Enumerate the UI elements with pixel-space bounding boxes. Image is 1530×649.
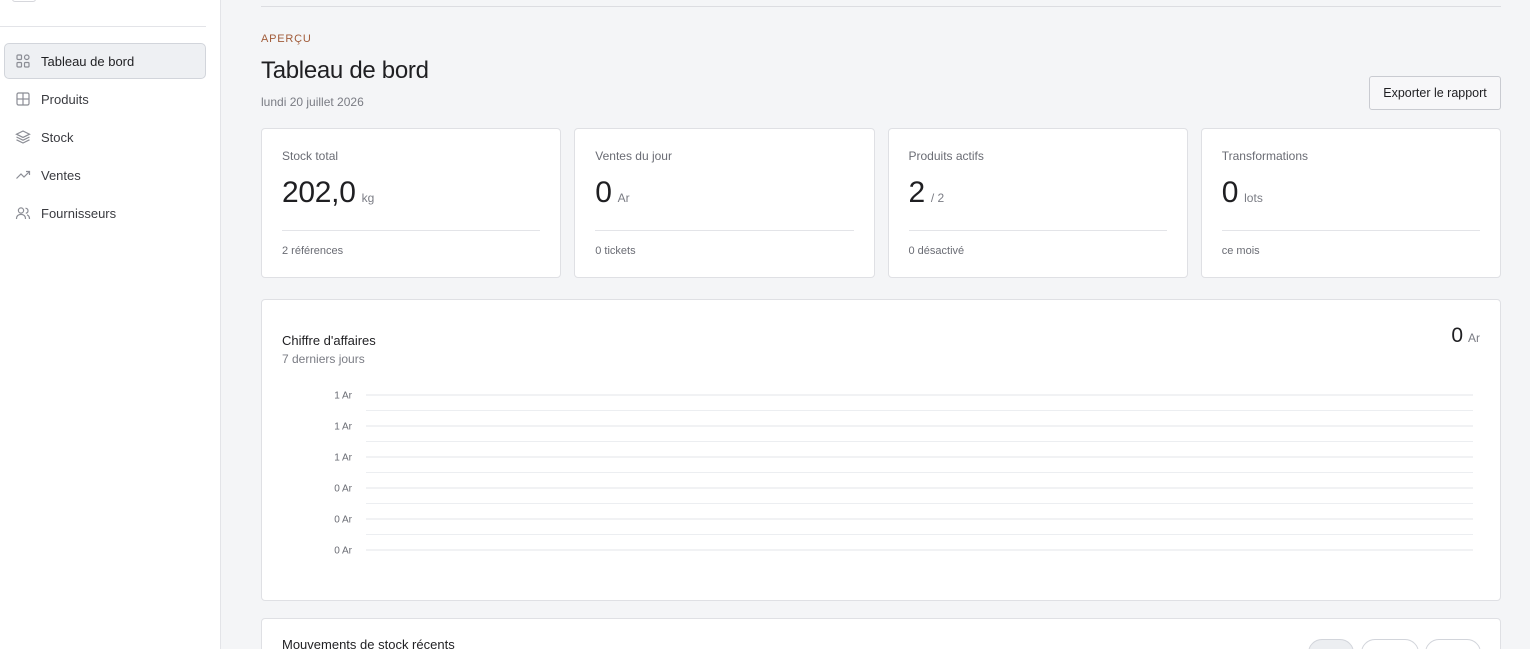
revenue-chart: 1 Ar 1 Ar 1 Ar 0 Ar 0 Ar 0 Ar [334, 391, 1473, 557]
chart-subtitle: 7 derniers jours [282, 352, 365, 366]
header-divider [261, 6, 1501, 7]
y-tick-label: 0 Ar [334, 484, 352, 495]
y-tick-label: 0 Ar [334, 515, 352, 526]
stat-label: Stock total [282, 149, 339, 163]
sidebar-item-ventes[interactable]: Ventes [4, 157, 206, 193]
stat-footnote: 0 tickets [595, 245, 636, 257]
stat-footnote: ce mois [1221, 245, 1260, 257]
stat-footnote: 0 désactivé [908, 245, 965, 257]
sidebar: Tableau de bord Produits Stock Ventes Fo… [0, 0, 221, 649]
stat-divider [595, 230, 854, 231]
y-tick-label: 1 Ar [334, 422, 352, 433]
y-tick-label: 1 Ar [334, 391, 352, 402]
sidebar-item-label: Stock [41, 129, 74, 145]
sidebar-divider [0, 26, 206, 27]
sidebar-item-label: Produits [41, 91, 89, 107]
stock-movements-card: Mouvements de stock récents [261, 618, 1501, 649]
section-eyebrow: APERÇU [261, 33, 312, 45]
stat-value: 0 [1221, 176, 1239, 209]
sidebar-item-stock[interactable]: Stock [4, 119, 206, 155]
stat-divider [1221, 230, 1480, 231]
stat-label: Ventes du jour [595, 149, 672, 163]
sidebar-nav: Tableau de bord Produits Stock Ventes Fo… [4, 43, 206, 233]
sidebar-item-tableau-de-bord[interactable]: Tableau de bord [4, 43, 206, 79]
revenue-total: 0 Ar [1451, 324, 1480, 348]
revenue-total-unit: Ar [1468, 331, 1480, 345]
sidebar-item-label: Tableau de bord [41, 53, 135, 69]
users-icon [15, 205, 31, 221]
stat-unit: / 2 [930, 191, 945, 205]
stat-value: 202,0 [282, 176, 356, 209]
y-tick-label: 0 Ar [334, 546, 352, 557]
stat-divider [282, 230, 541, 231]
stat-card-produits-actifs: Produits actifs 2 / 2 0 désactivé [887, 128, 1188, 278]
trend-up-icon [15, 167, 31, 183]
stat-label: Transformations [1221, 149, 1308, 163]
stat-card-ventes-du-jour: Ventes du jour 0 Ar 0 tickets [574, 128, 875, 278]
filter-pill[interactable] [1308, 639, 1354, 649]
stat-card-stock-total: Stock total 202,0 kg 2 références [261, 128, 562, 278]
export-report-button[interactable]: Exporter le rapport [1369, 76, 1501, 110]
stat-label: Produits actifs [908, 149, 984, 163]
chart-title: Chiffre d'affaires [282, 333, 376, 348]
stat-unit: kg [361, 191, 375, 205]
stat-unit: lots [1244, 191, 1263, 205]
layers-icon [15, 129, 31, 145]
y-tick-label: 1 Ar [334, 453, 352, 464]
logo[interactable] [12, 0, 36, 2]
stats-row: Stock total 202,0 kg 2 références Ventes… [261, 128, 1501, 278]
filter-pill[interactable] [1361, 639, 1419, 649]
stat-unit: Ar [617, 191, 630, 205]
sidebar-item-fournisseurs[interactable]: Fournisseurs [4, 195, 206, 231]
stat-footnote: 2 références [282, 245, 344, 257]
stat-value: 0 [595, 176, 612, 209]
revenue-total-value: 0 [1451, 324, 1463, 347]
page-date: lundi 20 juillet 2026 [261, 95, 364, 109]
sidebar-item-produits[interactable]: Produits [4, 81, 206, 117]
stock-movements-title: Mouvements de stock récents [282, 637, 455, 649]
grid-icon [15, 53, 31, 69]
stat-value: 2 [908, 176, 926, 209]
stat-divider [908, 230, 1167, 231]
table-icon [15, 91, 31, 107]
sidebar-item-label: Fournisseurs [41, 205, 117, 221]
sidebar-item-label: Ventes [41, 167, 81, 183]
stat-card-transformations: Transformations 0 lots ce mois [1200, 128, 1501, 278]
filter-pill[interactable] [1425, 639, 1481, 649]
revenue-chart-card: 1 Ar 1 Ar 1 Ar 0 Ar 0 Ar 0 Ar Chiffre d'affai… [261, 299, 1501, 601]
page-title: Tableau de bord [261, 57, 429, 84]
